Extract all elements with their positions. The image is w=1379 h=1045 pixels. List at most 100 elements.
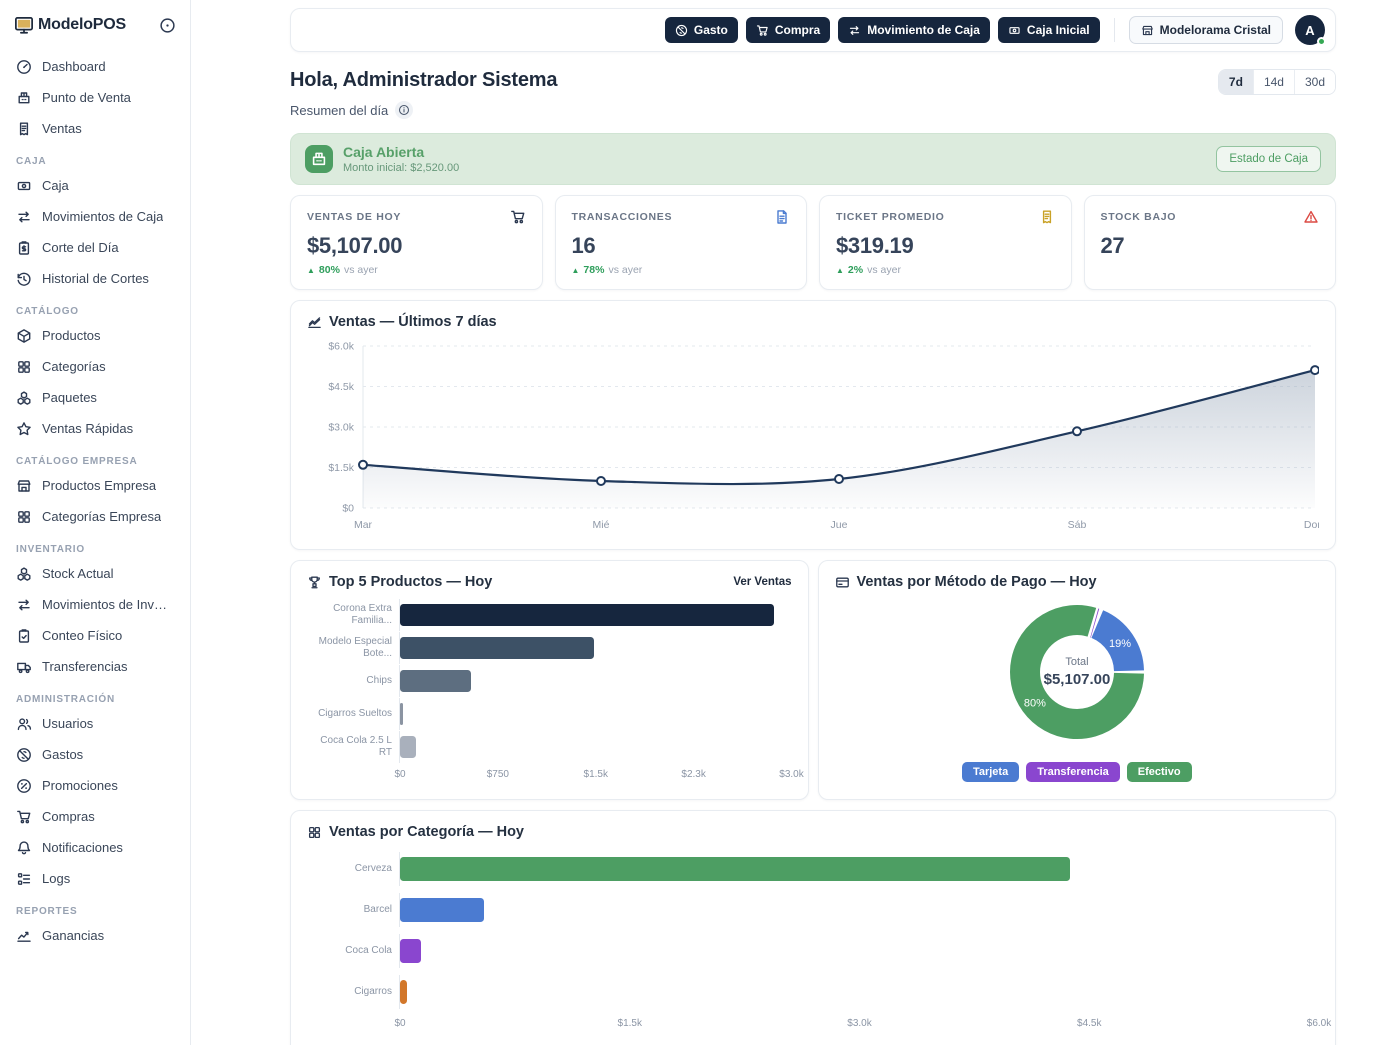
x-tick: $3.0k xyxy=(847,1018,871,1029)
trend-up-icon: ▲ xyxy=(572,266,580,275)
percent-icon xyxy=(16,778,32,794)
main-content: Gasto Compra Movimiento de Caja Caja Inicia… xyxy=(191,0,1379,1045)
bar-cigarros[interactable] xyxy=(400,980,407,1004)
x-tick: $0 xyxy=(394,1018,405,1029)
stat-trend: ▲80%vs ayer xyxy=(307,264,526,276)
legend-transferencia[interactable]: Transferencia xyxy=(1026,762,1120,782)
sidebar-item-label: Dashboard xyxy=(42,59,106,74)
sidebar-item-label: Movimientos de Inventar... xyxy=(42,597,174,612)
user-avatar[interactable]: A xyxy=(1295,15,1325,45)
category-bars: CervezaBarcelCoca ColaCigarros xyxy=(307,848,1319,1012)
compra-button[interactable]: Compra xyxy=(746,17,830,43)
stat-label: TICKET PROMEDIO xyxy=(836,211,945,223)
sidebar-item-gastos[interactable]: Gastos xyxy=(0,739,190,770)
sidebar-item-compras[interactable]: Compras xyxy=(0,801,190,832)
cash-status-button[interactable]: Estado de Caja xyxy=(1216,146,1321,172)
bar-modelo-especial-bote[interactable] xyxy=(400,637,594,659)
bar-cigarros-sueltos[interactable] xyxy=(400,703,403,725)
sidebar-item-label: Punto de Venta xyxy=(42,90,131,105)
svg-text:Sáb: Sáb xyxy=(1068,519,1087,531)
bar-chips[interactable] xyxy=(400,670,471,692)
bar-label: Coca Cola xyxy=(307,945,399,957)
cart-icon xyxy=(16,809,32,825)
bar-label: Barcel xyxy=(307,904,399,916)
movimiento-de-caja-button[interactable]: Movimiento de Caja xyxy=(838,17,990,43)
nav-section-administracion: ADMINISTRACIÓN xyxy=(0,682,190,708)
sidebar-item-stock-actual[interactable]: Stock Actual xyxy=(0,558,190,589)
sidebar-item-productos[interactable]: Productos xyxy=(0,320,190,351)
sidebar-item-conteo-fisico[interactable]: Conteo Físico xyxy=(0,620,190,651)
sidebar-item-categorias-empresa[interactable]: Categorías Empresa xyxy=(0,501,190,532)
x-tick: $1.5k xyxy=(584,769,608,780)
sidebar-item-transferencias[interactable]: Transferencias xyxy=(0,651,190,682)
sidebar-item-punto-de-venta[interactable]: Punto de Venta xyxy=(0,82,190,113)
legend-tarjeta[interactable]: Tarjeta xyxy=(962,762,1019,782)
svg-text:Jue: Jue xyxy=(831,519,848,531)
trend-suffix: vs ayer xyxy=(608,264,642,276)
svg-text:$1.5k: $1.5k xyxy=(328,462,354,474)
sidebar-item-caja[interactable]: Caja xyxy=(0,170,190,201)
range-30d-button[interactable]: 30d xyxy=(1294,70,1335,94)
area-chart-icon xyxy=(307,315,322,330)
collapse-sidebar-icon[interactable] xyxy=(159,17,176,34)
sidebar-item-label: Paquetes xyxy=(42,390,97,405)
sidebar-item-ganancias[interactable]: Ganancias xyxy=(0,920,190,951)
arrows-icon xyxy=(16,597,32,613)
stat-card-ticket-promedio: TICKET PROMEDIO$319.19▲2%vs ayer xyxy=(819,195,1072,290)
range-7d-button[interactable]: 7d xyxy=(1219,70,1253,94)
stat-value: 27 xyxy=(1101,233,1320,259)
payment-donut-chart: 80%19%Total$5,107.00 xyxy=(993,590,1161,758)
sidebar-item-movimientos-de-caja[interactable]: Movimientos de Caja xyxy=(0,201,190,232)
sidebar-item-dashboard[interactable]: Dashboard xyxy=(0,51,190,82)
sidebar-item-productos-empresa[interactable]: Productos Empresa xyxy=(0,470,190,501)
button-label: Gasto xyxy=(694,23,728,37)
sidebar-item-notificaciones[interactable]: Notificaciones xyxy=(0,832,190,863)
history-icon xyxy=(16,271,32,287)
store-icon xyxy=(1141,24,1154,37)
bar-coca-cola[interactable] xyxy=(400,939,421,963)
page-title: Hola, Administrador Sistema xyxy=(290,69,557,92)
sidebar-item-logs[interactable]: Logs xyxy=(0,863,190,894)
bar-coca-cola-2-5-l-rt[interactable] xyxy=(400,736,416,758)
online-status-dot xyxy=(1317,37,1326,46)
sidebar-item-label: Categorías xyxy=(42,359,106,374)
trend-percent: 2% xyxy=(848,264,863,276)
nav-section-reportes: REPORTES xyxy=(0,894,190,920)
legend-efectivo[interactable]: Efectivo xyxy=(1127,762,1192,782)
sidebar-item-ventas-rapidas[interactable]: Ventas Rápidas xyxy=(0,413,190,444)
users-icon xyxy=(16,716,32,732)
sidebar-item-movimientos-de-inventar[interactable]: Movimientos de Inventar... xyxy=(0,589,190,620)
store-selector-button[interactable]: Modelorama Cristal xyxy=(1129,16,1283,44)
gasto-button[interactable]: Gasto xyxy=(665,17,738,43)
page-header: Hola, Administrador Sistema Resumen del … xyxy=(290,69,1336,119)
svg-text:$6.0k: $6.0k xyxy=(328,341,354,353)
svg-text:Mié: Mié xyxy=(593,519,610,531)
sidebar-item-corte-del-dia[interactable]: Corte del Día xyxy=(0,232,190,263)
sidebar-nav: DashboardPunto de VentaVentasCAJACajaMov… xyxy=(0,45,190,951)
see-sales-link[interactable]: Ver Ventas xyxy=(733,576,791,588)
banner-title: Caja Abierta xyxy=(343,144,459,160)
sidebar-item-categorias[interactable]: Categorías xyxy=(0,351,190,382)
money-off-icon xyxy=(16,747,32,763)
info-icon[interactable] xyxy=(395,101,413,119)
sidebar-item-historial-de-cortes[interactable]: Historial de Cortes xyxy=(0,263,190,294)
arrows-icon xyxy=(848,24,861,37)
bar-cerveza[interactable] xyxy=(400,857,1070,881)
sidebar-item-paquetes[interactable]: Paquetes xyxy=(0,382,190,413)
range-14d-button[interactable]: 14d xyxy=(1253,70,1294,94)
file-icon xyxy=(774,209,790,225)
bar-barcel[interactable] xyxy=(400,898,484,922)
bar-row-chips: Chips xyxy=(307,664,792,697)
page-subtitle: Resumen del día xyxy=(290,103,388,118)
sidebar-item-promociones[interactable]: Promociones xyxy=(0,770,190,801)
bar-row-cigarros-sueltos: Cigarros Sueltos xyxy=(307,697,792,730)
monitor-icon xyxy=(14,15,34,35)
caja-inicial-button[interactable]: Caja Inicial xyxy=(998,17,1100,43)
svg-text:Dom: Dom xyxy=(1304,519,1319,531)
sidebar-item-ventas[interactable]: Ventas xyxy=(0,113,190,144)
bar-label: Coca Cola 2.5 L RT xyxy=(307,735,399,759)
sidebar-item-usuarios[interactable]: Usuarios xyxy=(0,708,190,739)
bar-row-modelo-especial-bote: Modelo Especial Bote... xyxy=(307,631,792,664)
sidebar-item-label: Productos xyxy=(42,328,101,343)
bar-corona-extra-familia[interactable] xyxy=(400,604,774,626)
